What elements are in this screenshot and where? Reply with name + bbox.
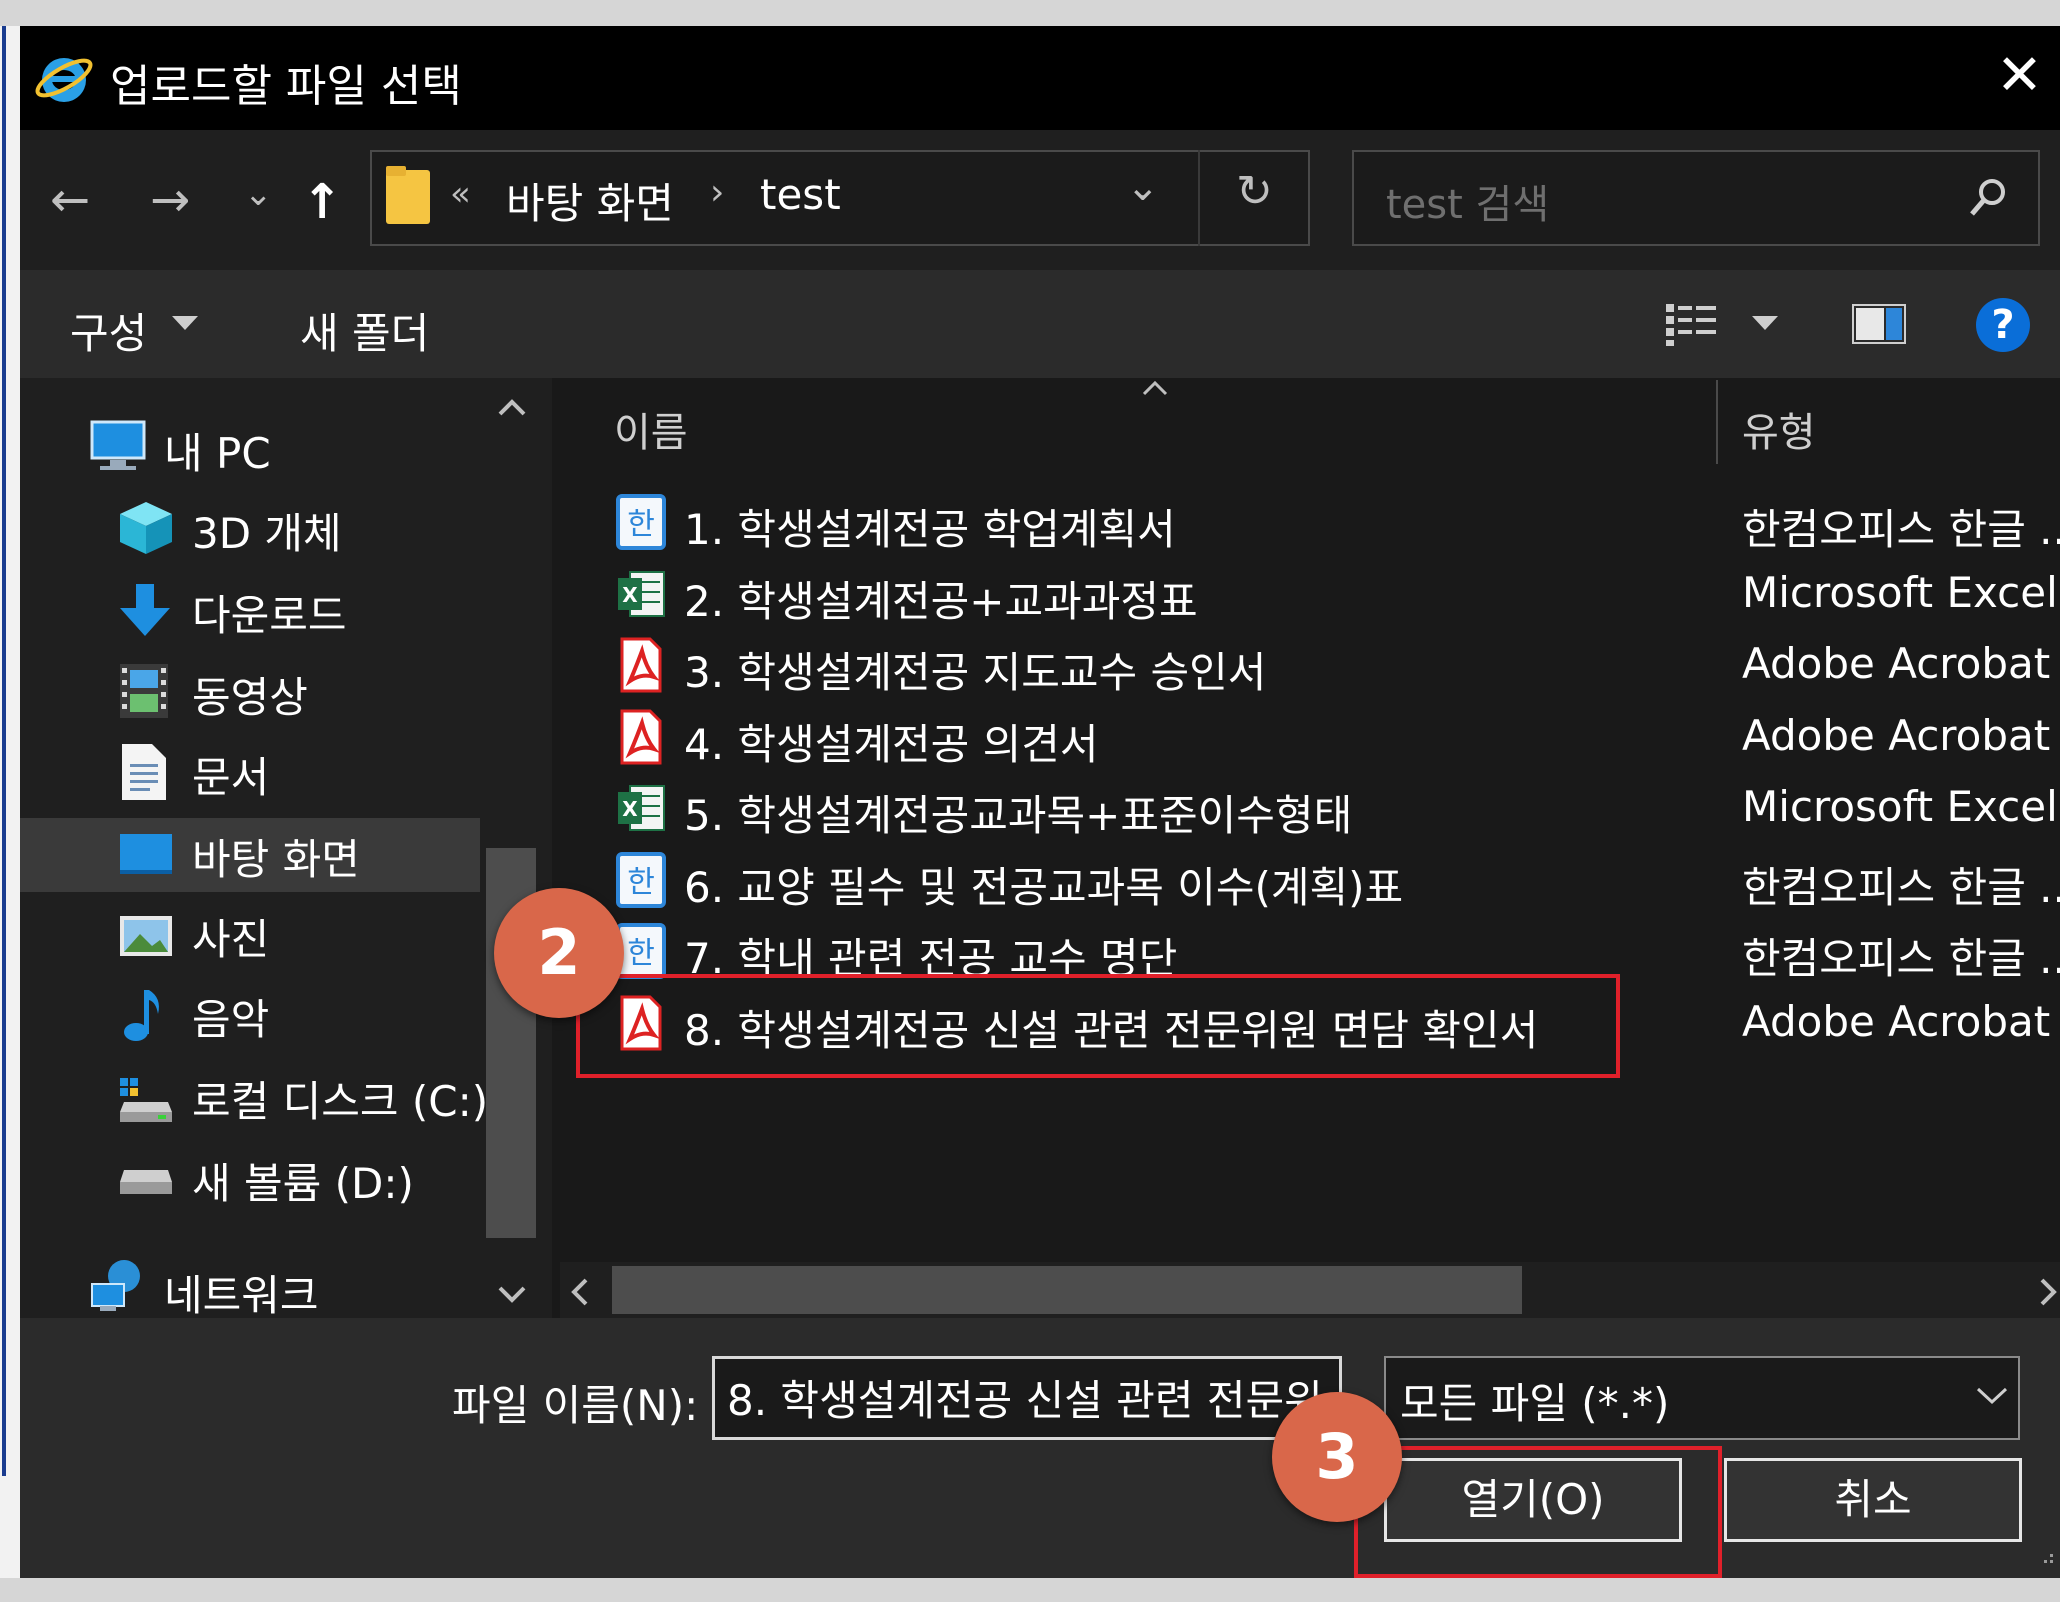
pictures-icon — [120, 916, 172, 956]
sidebar-item-music[interactable]: 음악 — [192, 986, 269, 1047]
background-window-top — [0, 0, 2060, 28]
horizontal-scroll-thumb[interactable] — [612, 1266, 1522, 1314]
svg-text:한: 한 — [627, 936, 655, 971]
file-row-name[interactable]: 6. 교양 필수 및 전공교과목 이수(계획)표 — [684, 854, 1403, 915]
scroll-left-icon[interactable] — [570, 1278, 590, 1306]
sidebar-item-new-volume-d[interactable]: 새 볼륨 (D:) — [192, 1150, 414, 1211]
scroll-up-icon[interactable] — [498, 398, 526, 418]
filename-field[interactable] — [712, 1356, 1342, 1440]
sort-ascending-icon — [1142, 380, 1168, 396]
folder-icon — [386, 166, 430, 224]
file-type-filter-value: 모든 파일 (*.*) — [1400, 1379, 1670, 1428]
up-button[interactable]: ↑ — [302, 172, 342, 232]
music-icon — [124, 990, 159, 1041]
cancel-button[interactable]: 취소 — [1724, 1458, 2022, 1542]
back-button[interactable]: ← — [50, 170, 90, 230]
file-row-type: Adobe Acrobat D... — [1742, 997, 2060, 1046]
sidebar-item-videos[interactable]: 동영상 — [192, 664, 308, 725]
file-row-type: Microsoft Excel 9... — [1742, 568, 2060, 617]
recent-locations-button[interactable]: ⌄ — [244, 164, 273, 224]
pdf-icon — [616, 709, 666, 765]
filename-input[interactable] — [715, 1359, 1339, 1435]
hwp-icon: 한 — [616, 852, 666, 908]
scroll-down-icon[interactable] — [498, 1284, 526, 1304]
sidebar-item-downloads[interactable]: 다운로드 — [192, 582, 347, 643]
column-header-type[interactable]: 유형 — [1742, 400, 1816, 458]
breadcrumb-desktop[interactable]: 바탕 화면 — [506, 170, 674, 231]
refresh-button[interactable]: ↻ — [1236, 166, 1273, 217]
file-row-name[interactable]: 2. 학생설계전공+교과과정표 — [684, 568, 1198, 629]
help-icon[interactable]: ? — [1976, 298, 2030, 352]
svg-text:한: 한 — [627, 507, 655, 542]
download-icon — [120, 584, 170, 636]
svg-text:한: 한 — [627, 865, 655, 900]
sidebar-item-pictures[interactable]: 사진 — [192, 906, 269, 967]
search-icon[interactable] — [1966, 176, 2010, 220]
step-3-badge: 3 — [1272, 1392, 1402, 1522]
new-folder-button[interactable]: 새 폴더 — [300, 300, 429, 361]
sidebar-item-desktop[interactable]: 바탕 화면 — [192, 826, 360, 887]
local-disk-icon — [120, 1078, 172, 1122]
file-row-type: 한컴오피스 한글 ... — [1742, 934, 2060, 983]
drive-icon — [120, 1170, 172, 1194]
forward-button[interactable]: → — [150, 170, 190, 230]
sidebar-item-3d-objects[interactable]: 3D 개체 — [192, 500, 342, 561]
address-divider — [1198, 150, 1200, 246]
breadcrumb-overflow[interactable]: « — [450, 174, 471, 214]
sidebar-item-network[interactable]: 네트워크 — [164, 1262, 319, 1323]
excel-icon: X — [616, 566, 666, 622]
excel-icon: X — [616, 780, 666, 836]
hwp-icon: 한 — [616, 494, 666, 550]
background-window-bottom — [0, 1578, 2060, 1602]
close-button[interactable]: ✕ — [1996, 46, 2043, 106]
pdf-icon — [616, 637, 666, 693]
view-options-icon[interactable] — [1664, 302, 1720, 348]
file-row-type: 한컴오피스 한글 ... — [1742, 863, 2060, 912]
internet-explorer-icon — [35, 58, 93, 102]
svg-text:X: X — [622, 583, 638, 607]
file-row-name[interactable]: 5. 학생설계전공교과목+표준이수형태 — [684, 782, 1352, 843]
search-placeholder: test 검색 — [1386, 182, 1550, 228]
file-row-type: 한컴오피스 한글 ... — [1742, 505, 2060, 554]
column-header-name[interactable]: 이름 — [614, 400, 688, 458]
organize-menu[interactable]: 구성 — [70, 300, 147, 361]
document-icon — [122, 744, 166, 800]
resize-grip-icon[interactable] — [2038, 1548, 2054, 1564]
svg-text:X: X — [622, 797, 638, 821]
breadcrumb-test[interactable]: test — [760, 170, 841, 219]
address-dropdown-button[interactable]: ⌄ — [1126, 164, 1160, 210]
file-row-type: Adobe Acrobat D... — [1742, 711, 2060, 760]
pc-icon — [90, 420, 146, 470]
highlight-box-file-8 — [576, 974, 1620, 1078]
organize-dropdown-icon[interactable] — [172, 316, 198, 332]
scroll-right-icon[interactable] — [2038, 1278, 2058, 1306]
chevron-down-icon[interactable] — [1976, 1386, 2008, 1406]
preview-pane-icon[interactable] — [1852, 304, 1906, 344]
breadcrumb-separator: › — [710, 172, 725, 213]
file-row-name[interactable]: 4. 학생설계전공 의견서 — [684, 711, 1099, 772]
sidebar-item-this-pc[interactable]: 내 PC — [164, 420, 271, 481]
video-icon — [120, 664, 168, 718]
view-dropdown-icon[interactable] — [1752, 316, 1778, 332]
file-row-name[interactable]: 3. 학생설계전공 지도교수 승인서 — [684, 639, 1266, 700]
background-window-left — [0, 26, 20, 1578]
sidebar-item-documents[interactable]: 문서 — [192, 744, 269, 805]
desktop-icon — [120, 834, 172, 874]
highlight-box-open-button — [1354, 1446, 1722, 1578]
step-2-badge: 2 — [494, 888, 624, 1018]
file-row-name[interactable]: 1. 학생설계전공 학업계획서 — [684, 496, 1176, 557]
file-row-type: Adobe Acrobat D... — [1742, 639, 2060, 688]
network-icon — [91, 1260, 140, 1311]
3d-objects-icon — [120, 502, 172, 554]
file-row-type: Microsoft Excel 9... — [1742, 782, 2060, 831]
filename-label: 파일 이름(N): — [452, 1381, 699, 1430]
sidebar-item-local-disk-c[interactable]: 로컬 디스크 (C:) — [192, 1068, 488, 1129]
column-divider[interactable] — [1716, 380, 1718, 464]
window-title: 업로드할 파일 선택 — [110, 61, 462, 112]
